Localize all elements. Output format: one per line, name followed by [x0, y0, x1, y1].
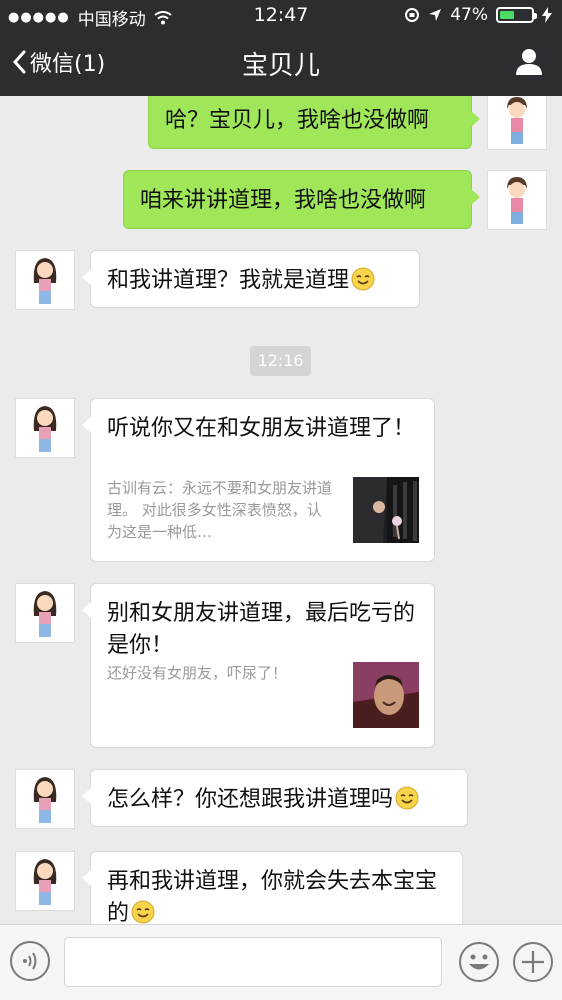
girl-avatar-icon	[33, 406, 57, 452]
card-description: 古训有云：永远不要和女朋友讲道理。 对此很多女性深表愤怒，认为这是一种低…	[107, 479, 333, 541]
smile-emoji-icon	[395, 786, 419, 810]
card-title: 别和女朋友讲道理，最后吃亏的是你！	[107, 601, 416, 658]
voice-icon	[23, 952, 37, 970]
battery-icon	[496, 7, 537, 23]
emoji-button-icon[interactable]	[458, 941, 500, 983]
message-text: 再和我讲道理，你就会失去本宝宝的	[107, 869, 438, 924]
message-text: 咱来讲讲道理，我啥也没做啊	[140, 188, 427, 213]
avatar-contact[interactable]	[15, 250, 75, 310]
profile-icon[interactable]	[514, 46, 544, 76]
avatar-contact[interactable]	[15, 398, 75, 458]
message-text: 和我讲道理？我就是道理	[107, 268, 350, 293]
nav-bar: 微信(1) 宝贝儿	[0, 30, 562, 96]
plus-button-icon[interactable]	[512, 941, 554, 983]
rotation-lock-icon	[405, 8, 420, 22]
avatar-me[interactable]	[487, 96, 547, 150]
time-divider: 12:16	[250, 346, 311, 376]
battery-percent: 47%	[450, 5, 488, 25]
card-title: 听说你又在和女朋友讲道理了！	[107, 416, 416, 441]
message-input[interactable]	[64, 937, 442, 987]
message-bubble-received[interactable]: 再和我讲道理，你就会失去本宝宝的	[82, 851, 463, 924]
link-card[interactable]: 别和女朋友讲道理，最后吃亏的是你！ 还好没有女朋友，吓尿了！	[82, 583, 435, 748]
avatar-contact[interactable]	[15, 851, 75, 911]
smile-emoji-icon	[351, 267, 375, 291]
avatar-me[interactable]	[487, 170, 547, 230]
card-thumbnail	[353, 662, 419, 728]
message-bubble-received[interactable]: 和我讲道理？我就是道理	[82, 250, 420, 308]
chat-title: 宝贝儿	[241, 51, 320, 81]
message-text: 怎么样？你还想跟我讲道理吗	[107, 787, 394, 812]
message-bubble-received[interactable]: 怎么样？你还想跟我讲道理吗	[82, 769, 468, 827]
card-thumbnail	[353, 477, 419, 543]
status-bar: ●●●●● 中国移动 12:47 47%	[0, 0, 562, 30]
girl-avatar-icon	[33, 591, 57, 637]
girl-avatar-icon	[33, 859, 57, 905]
message-text: 哈？宝贝儿，我啥也没做啊	[165, 108, 430, 133]
message-bubble-sent[interactable]: 哈？宝贝儿，我啥也没做啊	[148, 96, 480, 149]
boy-avatar-icon	[507, 97, 527, 144]
location-arrow-icon	[429, 9, 442, 21]
avatar-contact[interactable]	[15, 583, 75, 643]
smile-emoji-icon	[131, 900, 155, 924]
avatar-contact[interactable]	[15, 769, 75, 829]
voice-button[interactable]	[10, 941, 50, 981]
card-description: 还好没有女朋友，吓尿了！	[107, 664, 288, 682]
input-bar	[0, 924, 562, 1000]
charging-bolt-icon	[542, 7, 552, 23]
link-card[interactable]: 听说你又在和女朋友讲道理了！ 古训有云：永远不要和女朋友讲道理。 对此很多女性深…	[82, 398, 435, 562]
boy-avatar-icon	[507, 177, 527, 224]
top-bar: ●●●●● 中国移动 12:47 47% 微信(1) 宝贝儿	[0, 0, 562, 96]
girl-avatar-icon	[33, 258, 57, 304]
message-bubble-sent[interactable]: 咱来讲讲道理，我啥也没做啊	[123, 170, 480, 229]
girl-avatar-icon	[33, 777, 57, 823]
chat-area[interactable]: 哈？宝贝儿，我啥也没做啊 咱来讲讲道理，我啥也没做啊 和我讲道理？我就是道理 1…	[0, 96, 562, 924]
